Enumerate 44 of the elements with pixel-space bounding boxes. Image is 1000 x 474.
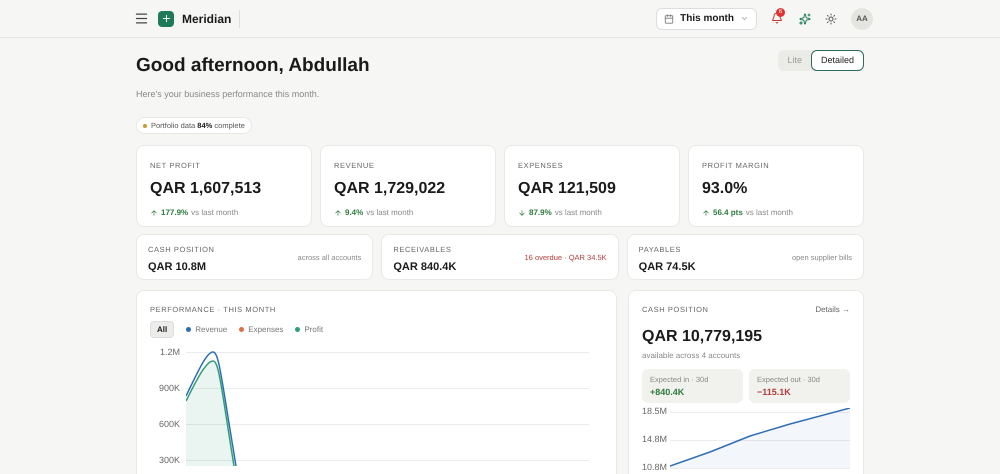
axis-label: 1.2M	[158, 346, 180, 358]
calendar-icon	[664, 14, 674, 24]
kpi-change: 87.9%	[529, 207, 552, 220]
axis-label: 300K	[158, 454, 180, 466]
kpi-value: 93.0%	[702, 179, 748, 200]
view-tab[interactable]: Detailed	[810, 50, 864, 71]
user-avatar[interactable]: AA	[851, 8, 873, 30]
expected-value: +840.4K	[650, 386, 686, 400]
axis-label: 600K	[158, 418, 180, 430]
axis-label: 900K	[158, 382, 180, 394]
logo-icon	[158, 10, 174, 26]
kpi-note: vs last month	[366, 207, 414, 220]
kpi-change: 9.4%	[345, 207, 364, 220]
kpi-note: vs last month	[191, 207, 238, 220]
details-link[interactable]: Details →	[815, 304, 850, 316]
summary-value: QAR 10.8M	[148, 260, 208, 276]
sparkle-icon[interactable]	[799, 12, 811, 24]
kpi-change: 56.4 pts	[713, 207, 743, 220]
cash-note: available across 4 accounts	[642, 350, 742, 362]
legend-item[interactable]: Profit	[295, 324, 324, 336]
greeting-subtitle: Here's your business performance this month.	[136, 88, 320, 101]
kpi-note: vs last month	[746, 207, 793, 220]
filter-chip[interactable]: All	[150, 321, 174, 338]
cash-value: QAR 10,779,195	[642, 327, 764, 347]
theme-icon[interactable]	[825, 12, 837, 24]
summary-value: QAR 74.5K	[638, 260, 696, 276]
brand-name: Meridian	[182, 10, 240, 28]
kpi-change: 177.9%	[161, 207, 188, 220]
kpi-note: vs last month	[554, 207, 602, 220]
axis-label: 18.5M	[642, 405, 666, 418]
expected-value: −115.1K	[757, 386, 792, 400]
summary-value: QAR 840.4K	[393, 260, 456, 276]
legend-item[interactable]: Expenses	[239, 324, 284, 336]
legend-item[interactable]: Revenue	[186, 324, 228, 336]
menu-icon[interactable]	[134, 11, 149, 26]
greeting-heading: Good afternoon, Abdullah	[136, 54, 370, 78]
kpi-value: QAR 1,607,513	[150, 179, 262, 200]
axis-label: 14.8M	[642, 433, 666, 446]
period-dropdown[interactable]: This month	[656, 8, 757, 30]
kpi-value: QAR 1,729,022	[334, 179, 446, 200]
caret-icon	[740, 14, 749, 23]
bell-icon	[771, 12, 783, 24]
axis-label: 10.8M	[642, 461, 666, 474]
kpi-value: QAR 121,509	[518, 179, 617, 200]
